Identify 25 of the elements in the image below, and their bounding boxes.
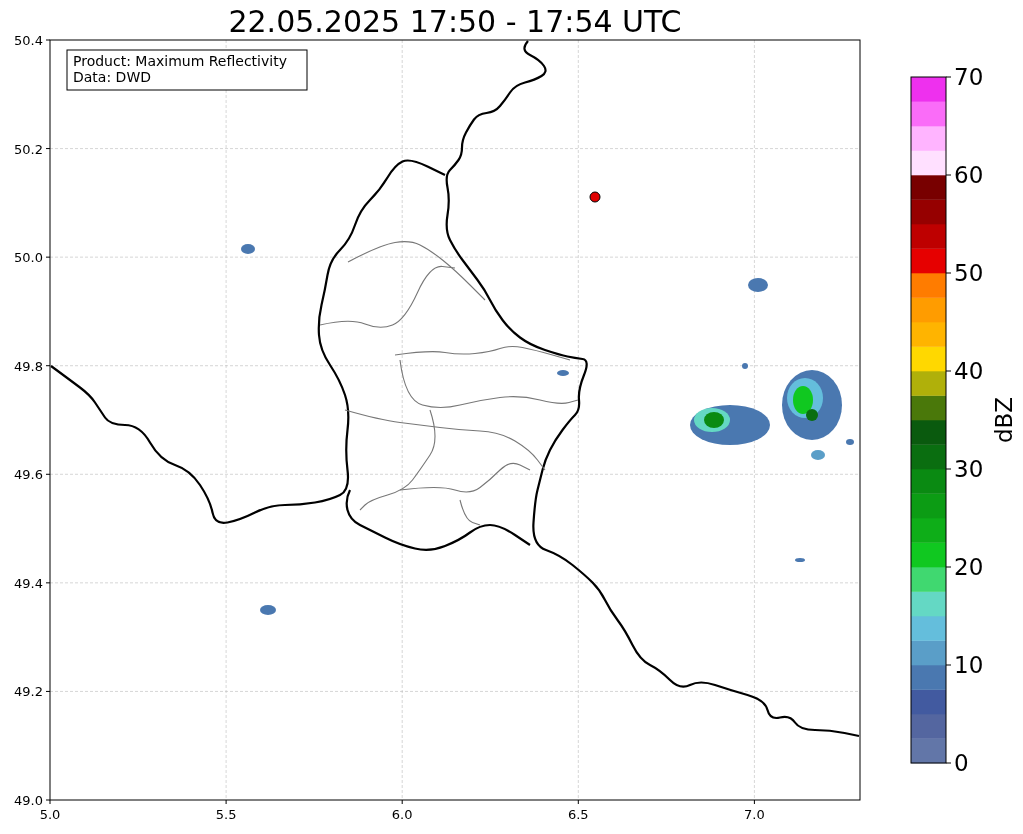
colorbar-tick-label: 70 [954,64,984,90]
colorbar-label: dBZ [991,396,1017,444]
colorbar-tick-label: 60 [954,162,984,188]
y-tick-label: 49.8 [14,358,43,374]
y-tick-label: 49.0 [14,793,43,808]
colorbar-tick-label: 20 [954,554,984,580]
y-tick-label: 49.4 [14,575,43,591]
x-tick-label: 6.0 [391,807,413,822]
y-tick-label: 50.2 [14,141,43,157]
x-tick-label: 7.0 [744,807,765,822]
colorbar-tick-label: 40 [954,358,984,384]
y-tick-label: 50.0 [14,250,43,266]
y-tick-label: 49.6 [14,467,43,483]
x-tick-label: 5.5 [215,807,237,822]
colorbar-tick-label: 0 [954,750,969,776]
x-tick-label: 5.0 [39,807,61,822]
colorbar-tick-label: 10 [954,652,984,678]
info-text: Product: Maximum Reflectivity [73,53,287,69]
y-tick-label: 50.4 [14,33,43,48]
x-tick-label: 6.5 [567,807,589,822]
colorbar-tick-label: 50 [954,260,984,286]
colorbar-tick-label: 30 [954,456,984,482]
y-tick-label: 49.2 [14,684,43,700]
chart-title: 22.05.2025 17:50 - 17:54 UTC [228,4,682,39]
info-text: Data: DWD [73,69,151,85]
